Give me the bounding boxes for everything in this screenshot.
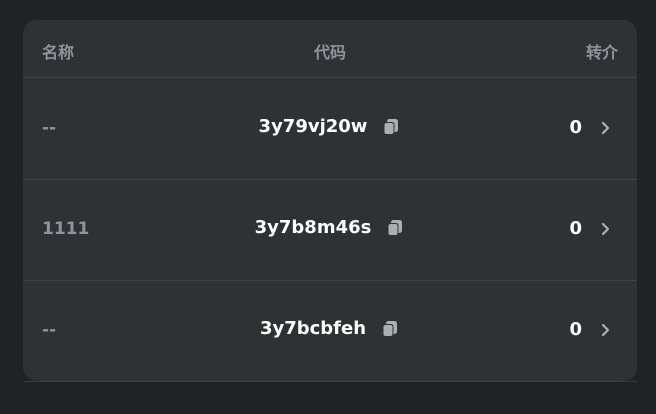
code-cell: 3y79vj20w (23, 116, 637, 140)
copy-icon[interactable] (385, 218, 405, 238)
table-row[interactable]: 1111 3y7b8m46s 0 (23, 179, 637, 281)
referral-count: 0 (569, 117, 582, 138)
referral-code: 3y7b8m46s (254, 217, 372, 238)
copy-icon[interactable] (380, 319, 400, 339)
chevron-right-icon[interactable] (600, 322, 612, 338)
divider (23, 381, 637, 382)
referral-codes-card: 名称 代码 转介 -- 3y79vj20w 0 1111 3y7b8m46s 0… (23, 20, 637, 381)
column-header-referrals: 转介 (585, 43, 618, 62)
column-header-code: 代码 (313, 43, 346, 62)
table-header: 名称 代码 转介 (23, 20, 637, 78)
code-cell: 3y7b8m46s (23, 217, 637, 241)
referral-code: 3y7bcbfeh (259, 318, 367, 339)
code-cell: 3y7bcbfeh (23, 318, 637, 342)
copy-icon[interactable] (381, 117, 401, 137)
referral-code: 3y79vj20w (258, 116, 368, 137)
referral-count: 0 (569, 218, 582, 239)
chevron-right-icon[interactable] (600, 120, 612, 136)
table-row[interactable]: -- 3y7bcbfeh 0 (23, 280, 637, 381)
referral-count: 0 (569, 319, 582, 340)
chevron-right-icon[interactable] (600, 221, 612, 237)
table-row[interactable]: -- 3y79vj20w 0 (23, 78, 637, 180)
